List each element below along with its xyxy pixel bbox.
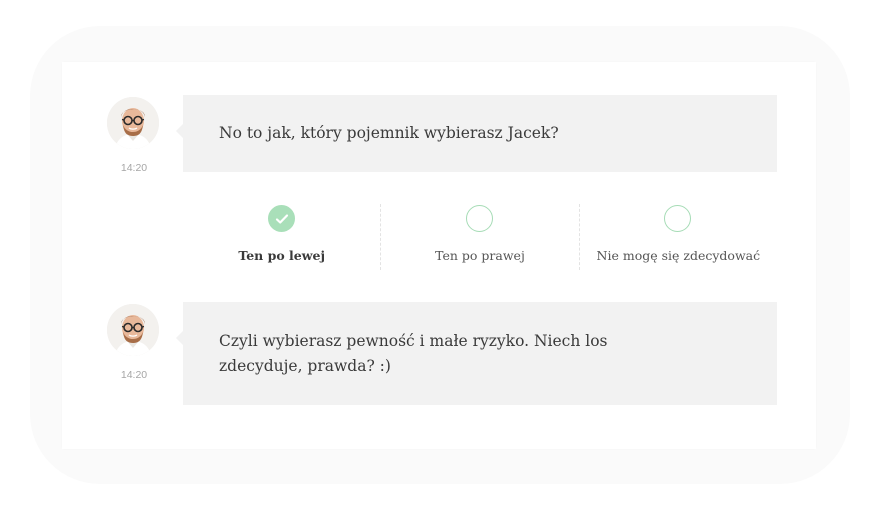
option-left-radio[interactable] [267,205,295,232]
option-left-label: Ten po lewej [238,248,325,263]
answer-options: Ten po lewej Ten po prawej Nie mogę się … [183,204,777,270]
message-timestamp: 14:20 [120,369,148,381]
avatar-person-icon [107,304,159,356]
option-right-radio[interactable] [465,205,493,232]
option-undecided-label: Nie mogę się zdecydować [596,248,761,263]
message-text: Czyli wybierasz pewność i małe ryzyko. N… [219,331,608,375]
option-right-container[interactable]: Ten po prawej [380,204,578,270]
message-bubble: Czyli wybierasz pewność i małe ryzyko. N… [176,302,777,405]
avatar [107,304,159,356]
option-left-container[interactable]: Ten po lewej [183,204,380,270]
avatar [107,97,159,149]
check-icon [275,214,288,224]
option-undecided-radio[interactable] [664,205,692,232]
chat-card: 14:20 No to jak, który pojemnik wybieras… [62,62,816,449]
message-timestamp: 14:20 [120,162,148,174]
message-text: No to jak, który pojemnik wybierasz Jace… [219,124,559,142]
message-bubble: No to jak, który pojemnik wybierasz Jace… [176,95,777,172]
option-right-label: Ten po prawej [435,248,525,263]
option-undecided-container[interactable]: Nie mogę się zdecydować [578,204,777,270]
avatar-person-icon [107,97,159,149]
